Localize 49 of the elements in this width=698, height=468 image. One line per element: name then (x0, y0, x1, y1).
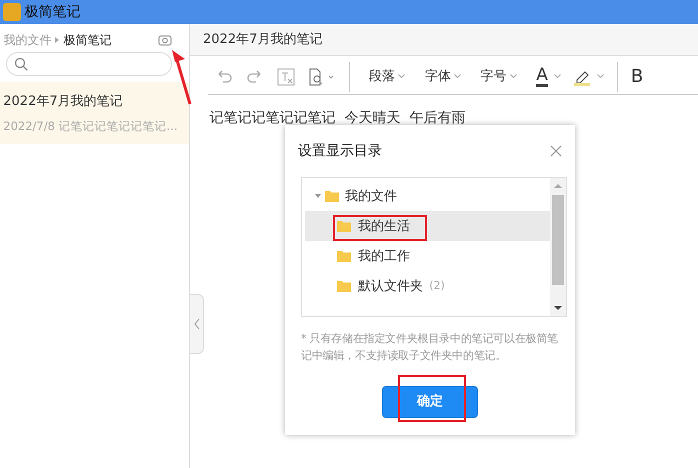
folder-label: 默认文件夹 (358, 278, 423, 296)
tree-item[interactable]: 我的工作 (305, 241, 550, 272)
folder-icon (324, 190, 338, 202)
breadcrumb-current: 极简笔记 (63, 32, 112, 48)
collapse-handle[interactable] (190, 294, 204, 354)
note-body-text: 记笔记记笔记记笔记 今天晴天 午后有雨 (208, 109, 466, 128)
annotation-frame (398, 375, 466, 422)
note-preview: 2022/7/8 记笔记记笔记记笔记... (3, 118, 179, 135)
scroll-down-arrow-icon[interactable] (554, 305, 562, 311)
window-title: 极简笔记 (24, 2, 80, 22)
folder-label: 我的文件 (345, 188, 397, 206)
close-icon[interactable] (550, 145, 562, 157)
search-field[interactable] (6, 52, 172, 76)
caret-icon (398, 74, 406, 80)
caret-icon (554, 74, 562, 80)
folder-icon (337, 280, 352, 292)
annotation-arrow (172, 50, 192, 104)
dialog-note: * 只有存储在指定文件夹根目录中的笔记可以在极简笔记中编辑，不支持读取子文件夹中的笔记。 (300, 331, 559, 364)
scroll-up-arrow-icon[interactable] (554, 183, 562, 189)
folder-label: 我的生活 (358, 218, 410, 236)
scrollbar-thumb[interactable] (552, 195, 564, 285)
caret-icon (454, 74, 461, 80)
toolbar-dropdown[interactable]: 段落 (369, 67, 395, 86)
note-list-item[interactable]: 2022年7月我的笔记 2022/7/8 记笔记记笔记记笔记... (0, 82, 189, 144)
chevron-left-icon (194, 318, 200, 330)
caret-icon (510, 74, 517, 80)
separator-triangle-icon (55, 36, 60, 42)
folder-icon (337, 250, 352, 262)
search-icon (14, 56, 28, 71)
expand-triangle-icon[interactable] (315, 193, 322, 200)
document-search-icon[interactable] (308, 68, 336, 86)
bold-button[interactable]: B (630, 63, 644, 90)
tree-item[interactable]: 默认文件夹 (2) (305, 271, 550, 302)
tree-item[interactable]: 我的生活 (305, 211, 550, 242)
app-logo-icon (3, 3, 22, 21)
tree-item[interactable]: 我的文件 (305, 181, 550, 212)
folder-icon (337, 220, 352, 232)
toolbar-dropdown[interactable]: 字体 (424, 67, 451, 86)
redo-icon[interactable] (246, 68, 264, 85)
item-count: (2) (429, 278, 445, 294)
note-title: 2022年7月我的笔记 (3, 93, 124, 111)
font-color-button[interactable]: A (536, 66, 548, 87)
folder-label: 我的工作 (358, 248, 410, 266)
dialog-title: 设置显示目录 (298, 142, 382, 160)
camera-icon[interactable] (158, 34, 172, 46)
toolbar-dropdown[interactable]: 字号 (480, 67, 506, 86)
clear-format-icon[interactable] (276, 68, 294, 86)
caret-icon (596, 74, 604, 80)
note-title-field[interactable]: 2022年7月我的笔记 (203, 30, 322, 50)
